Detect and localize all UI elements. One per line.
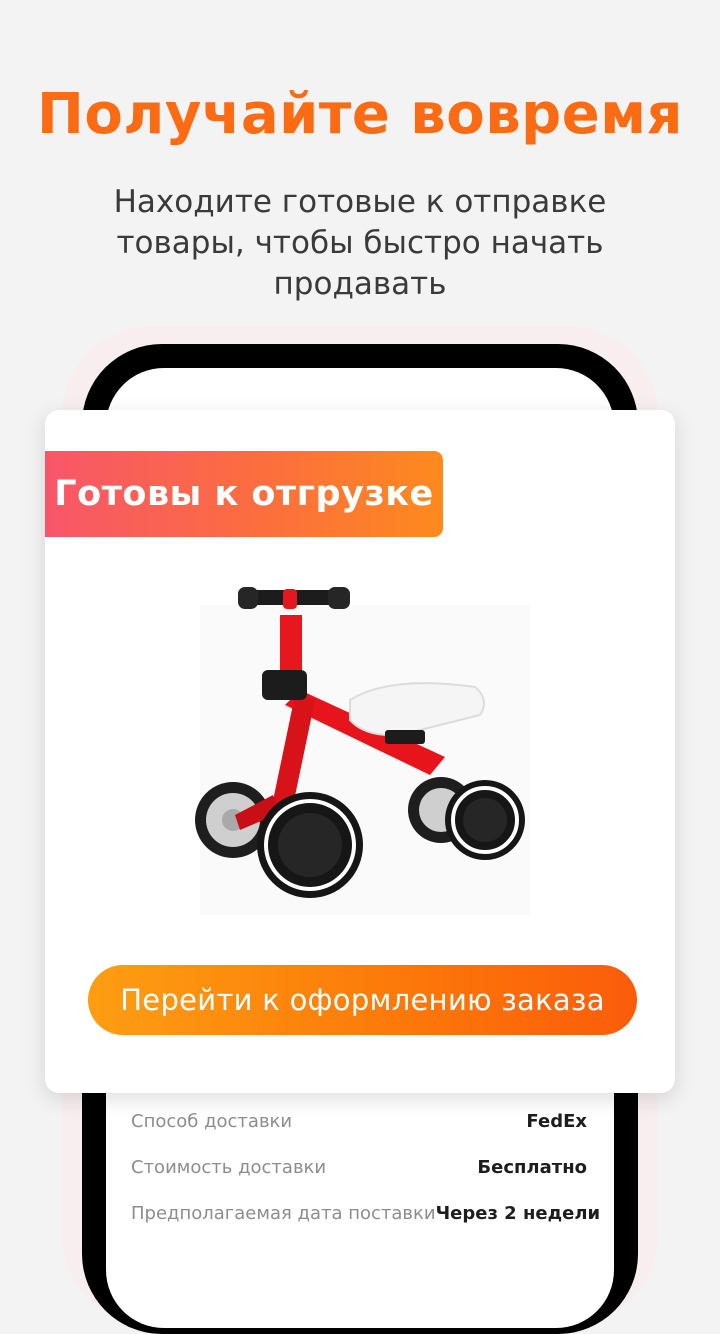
shipping-cost-label: Стоимость доставки [131, 1156, 327, 1178]
shipping-row-cost: Стоимость доставки Бесплатно [131, 1154, 587, 1180]
shipping-row-method: Способ доставки FedEx [131, 1108, 587, 1134]
product-image[interactable] [190, 575, 540, 915]
subtitle: Находите готовые к отправке товары, чтоб… [113, 184, 607, 302]
shipping-cost-value: Бесплатно [477, 1156, 587, 1178]
shipping-row-date: Предполагаемая дата поставки Через 2 нед… [131, 1200, 600, 1226]
shipping-method-value: FedEx [526, 1110, 587, 1132]
checkout-button-label: Перейти к оформлению заказа [120, 983, 605, 1017]
badge-label: Готовы к отгрузке [54, 474, 434, 514]
ready-to-ship-badge: Готовы к отгрузке [45, 451, 443, 537]
delivery-date-value: Через 2 недели [435, 1202, 601, 1224]
headline: Получайте вовремя [37, 82, 683, 147]
shipping-method-label: Способ доставки [131, 1110, 293, 1132]
delivery-date-label: Предполагаемая дата поставки [131, 1202, 436, 1224]
checkout-button[interactable]: Перейти к оформлению заказа [88, 965, 637, 1035]
